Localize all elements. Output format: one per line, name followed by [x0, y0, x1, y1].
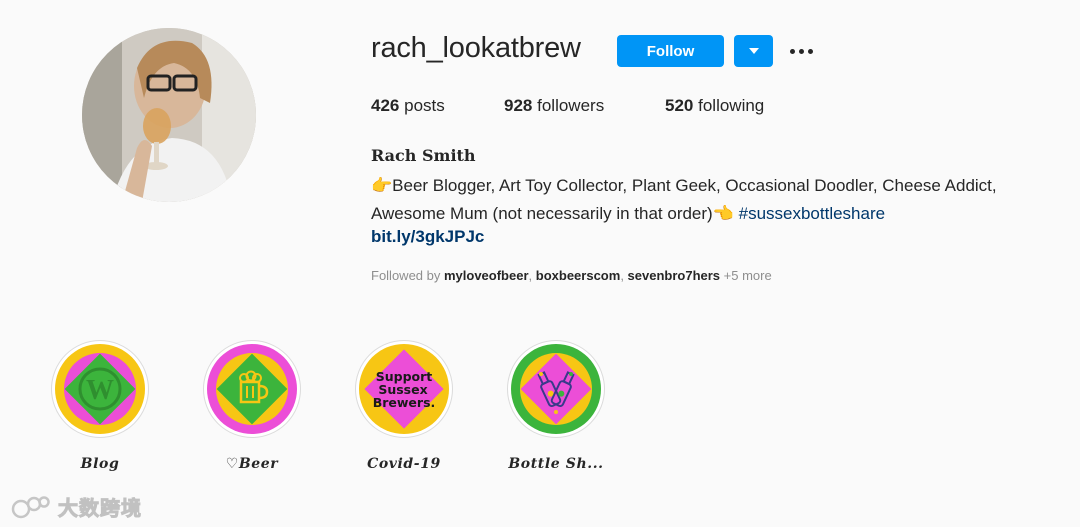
highlight-bottle-share[interactable]: Bottle Sh...	[501, 340, 611, 472]
highlight-label: Bottle Sh...	[508, 456, 604, 472]
followed-by-text[interactable]: Followed by myloveofbeer, boxbeerscom, s…	[371, 268, 772, 283]
followers-stat[interactable]: 928 followers	[504, 96, 665, 116]
suggested-accounts-dropdown-button[interactable]	[734, 35, 773, 67]
highlight-label: Blog	[80, 456, 120, 472]
followers-count: 928	[504, 96, 533, 115]
support-sussex-brewers-icon: Support Sussex Brewers.	[359, 344, 449, 434]
highlight-label: ♡Beer	[225, 456, 279, 472]
beer-mug-icon	[207, 344, 297, 434]
followed-by-user[interactable]: sevenbro7hers	[628, 268, 721, 283]
followed-by-more[interactable]: +5 more	[720, 268, 772, 283]
highlight-cover: Support Sussex Brewers.	[355, 340, 453, 438]
posts-stat: 426 posts	[371, 96, 504, 116]
logo-icon	[11, 495, 50, 518]
following-stat[interactable]: 520 following	[665, 96, 764, 116]
bio-line-2: Awesome Mum (not necessarily in that ord…	[371, 200, 1071, 228]
highlight-label: Covid-19	[367, 456, 441, 472]
wordpress-icon: W	[55, 344, 145, 434]
posts-label: posts	[404, 96, 445, 115]
profile-stats: 426 posts 928 followers 520 following	[371, 96, 764, 116]
more-dot-icon	[789, 48, 795, 54]
following-label: following	[698, 96, 765, 115]
follow-button[interactable]: Follow	[617, 35, 724, 67]
followed-by-separator: ,	[528, 268, 536, 283]
followed-by-user[interactable]: boxbeerscom	[536, 268, 621, 283]
watermark-text: 大数跨境	[58, 498, 142, 521]
bio-line-2-text: Awesome Mum (not necessarily in that ord…	[371, 204, 739, 223]
bio-line-1: 👉Beer Blogger, Art Toy Collector, Plant …	[371, 176, 997, 195]
more-dot-icon	[807, 48, 813, 54]
highlight-cover: W	[51, 340, 149, 438]
username-heading: rach_lookatbrew	[371, 32, 581, 64]
bio-external-link[interactable]: bit.ly/3gkJPJc	[371, 227, 484, 247]
following-count: 520	[665, 96, 694, 115]
highlight-beer[interactable]: ♡Beer	[197, 340, 307, 472]
posts-count: 426	[371, 96, 400, 115]
followed-by-user[interactable]: myloveofbeer	[444, 268, 529, 283]
watermark: 大数跨境	[10, 492, 142, 521]
bio-text: 👉Beer Blogger, Art Toy Collector, Plant …	[371, 172, 1071, 228]
highlight-blog[interactable]: W Blog	[45, 340, 155, 472]
followed-by-separator: ,	[620, 268, 628, 283]
full-name: Rach Smith	[371, 146, 476, 165]
cover-text: Brewers.	[373, 395, 436, 410]
more-options-button[interactable]	[786, 37, 816, 65]
bio-hashtag-link[interactable]: #sussexbottleshare	[739, 204, 885, 223]
highlight-cover	[507, 340, 605, 438]
highlight-cover	[203, 340, 301, 438]
svg-text:W: W	[86, 375, 114, 406]
profile-avatar[interactable]	[82, 28, 256, 202]
followers-label: followers	[537, 96, 605, 115]
highlight-covid-19[interactable]: Support Sussex Brewers. Covid-19	[349, 340, 459, 472]
more-dot-icon	[798, 48, 804, 54]
chevron-down-icon	[748, 48, 759, 54]
beer-bottles-icon	[511, 344, 601, 434]
followed-by-prefix: Followed by	[371, 268, 444, 283]
